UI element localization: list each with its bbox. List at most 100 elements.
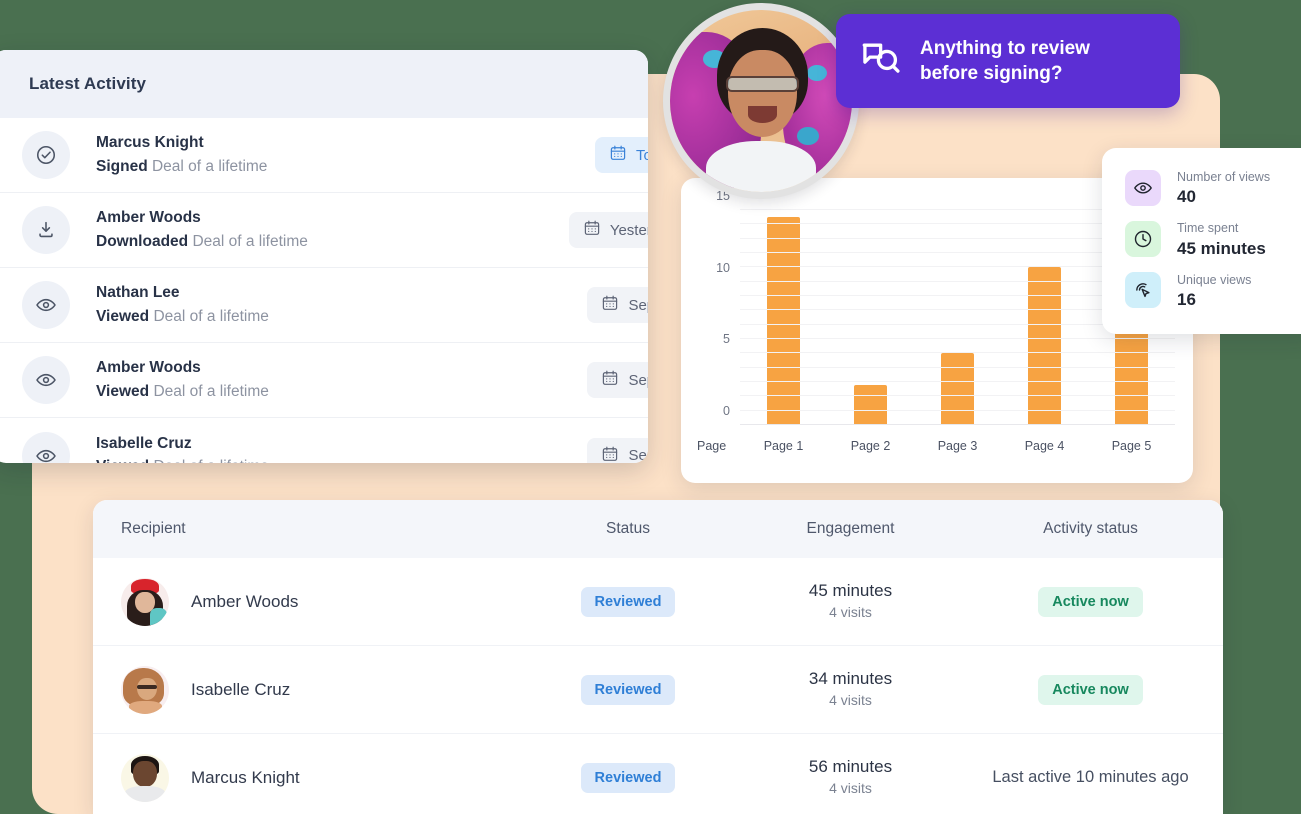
activity-document: Deal of a lifetime: [153, 308, 268, 325]
chart-x-tick-label: Page 1: [740, 439, 827, 453]
activity-date-text: Yesterday: [610, 222, 648, 239]
download-icon: [22, 206, 70, 254]
activity-row[interactable]: Amber WoodsViewed Deal of a lifetimeSep …: [0, 343, 648, 418]
chart-gridline: [740, 424, 1175, 425]
activity-person-name: Marcus Knight: [96, 132, 267, 154]
stat-label: Unique views: [1177, 271, 1251, 289]
latest-activity-card: Latest Activity Marcus KnightSigned Deal…: [0, 50, 648, 463]
status-badge: Reviewed: [581, 763, 676, 793]
chart-bar[interactable]: [941, 353, 974, 425]
engagement-visits: 4 visits: [743, 779, 958, 799]
calendar-icon: [583, 219, 601, 241]
activity-row-text: Nathan Lee Viewed Deal of a lifetime: [96, 282, 269, 328]
calendar-icon: [601, 369, 619, 391]
activity-row-text: Isabelle CruzViewed Deal of a lifetime: [96, 433, 269, 463]
avatar-photo: [670, 10, 852, 192]
engagement-visits: 4 visits: [743, 603, 958, 623]
chart-gridline: [740, 381, 1175, 382]
activity-description: Signed Deal of a lifetime: [96, 155, 267, 178]
chart-gridline: [740, 338, 1175, 339]
eye-icon: [22, 356, 70, 404]
speech-line-2: before signing?: [920, 63, 1063, 84]
cell-status: Reviewed: [513, 763, 743, 793]
stat-label: Number of views: [1177, 168, 1270, 186]
activity-list: Marcus KnightSigned Deal of a lifetimeTo…: [0, 118, 648, 463]
chart-y-tick-label: 10: [716, 261, 730, 275]
activity-action: Viewed: [96, 458, 149, 463]
activity-row-text: Marcus KnightSigned Deal of a lifetime: [96, 132, 267, 178]
unique-click-icon: [1125, 272, 1161, 308]
activity-person-name: Amber Woods: [96, 207, 308, 229]
activity-row[interactable]: Isabelle CruzViewed Deal of a lifetimeSe…: [0, 418, 648, 463]
chart-y-tick-label: 0: [723, 404, 730, 418]
activity-row-text: Amber WoodsDownloaded Deal of a lifetime: [96, 207, 308, 253]
chart-x-tick-label: Page 3: [914, 439, 1001, 453]
activity-status-text: Last active 10 minutes ago: [992, 768, 1188, 786]
status-badge: Reviewed: [581, 587, 676, 617]
chart-bar[interactable]: [854, 385, 887, 425]
cell-status: Reviewed: [513, 675, 743, 705]
cell-engagement: 45 minutes4 visits: [743, 580, 958, 623]
chart-x-tick-label: Page 4: [1001, 439, 1088, 453]
stat-item: Unique views16: [1125, 271, 1301, 310]
activity-status-badge: Active now: [1038, 675, 1143, 705]
table-row[interactable]: Marcus KnightReviewed56 minutes4 visitsL…: [93, 734, 1223, 814]
speech-bubble-text: Anything to review before signing?: [920, 36, 1090, 86]
chart-bar[interactable]: [1028, 267, 1061, 425]
engagement-time: 45 minutes: [743, 580, 958, 603]
column-header-engagement: Engagement: [743, 520, 958, 538]
activity-date-badge: Sep 14: [587, 362, 648, 398]
stat-value: 40: [1177, 186, 1270, 207]
eye-icon: [22, 432, 70, 464]
activity-date-text: Sep 13: [628, 447, 648, 463]
activity-action: Downloaded: [96, 233, 188, 250]
chart-bar[interactable]: [767, 217, 800, 425]
activity-date-text: Today: [636, 147, 648, 164]
column-header-status: Status: [513, 520, 743, 538]
cell-activity-status: Last active 10 minutes ago: [958, 768, 1223, 787]
activity-date-badge: Yesterday: [569, 212, 648, 248]
stat-text: Time spent45 minutes: [1177, 219, 1266, 258]
table-body: Amber WoodsReviewed45 minutes4 visitsAct…: [93, 558, 1223, 814]
chart-gridline: [740, 395, 1175, 396]
activity-person-name: Isabelle Cruz: [96, 433, 269, 455]
activity-description: Downloaded Deal of a lifetime: [96, 230, 308, 253]
chart-bar-slot: [827, 210, 914, 425]
clock-icon: [1125, 221, 1161, 257]
activity-description: Viewed Deal of a lifetime: [96, 455, 269, 463]
cell-activity-status: Active now: [958, 675, 1223, 705]
avatar-marcus-knight: [121, 754, 169, 802]
table-row[interactable]: Isabelle Cruz Reviewed34 minutes4 visits A…: [93, 646, 1223, 734]
activity-row[interactable]: Marcus KnightSigned Deal of a lifetime To…: [0, 118, 648, 193]
recipient-name: Marcus Knight: [191, 768, 300, 788]
activity-date-badge: Sep 14: [587, 287, 648, 323]
cell-recipient: Isabelle Cruz: [93, 666, 513, 714]
calendar-icon: [601, 445, 619, 464]
activity-action: Viewed: [96, 308, 149, 325]
column-header-activity-status: Activity status: [958, 520, 1223, 538]
activity-action: Signed: [96, 158, 148, 175]
activity-row[interactable]: Amber WoodsDownloaded Deal of a lifetime…: [0, 193, 648, 268]
chart-x-tick-labels: Page 1Page 2Page 3Page 4Page 5: [740, 439, 1175, 453]
avatar-amber-woods: [121, 578, 169, 626]
calendar-icon: [601, 294, 619, 316]
activity-row[interactable]: Nathan Lee Viewed Deal of a lifetime Sep 1…: [0, 268, 648, 343]
engagement-visits: 4 visits: [743, 691, 958, 711]
activity-card-title: Latest Activity: [0, 50, 648, 118]
activity-document: Deal of a lifetime: [153, 458, 268, 463]
recipient-name: Amber Woods: [191, 592, 298, 612]
stats-list: Number of views40 Time spent45 minutes Uni…: [1125, 168, 1301, 310]
chart-bar-slot: [1001, 210, 1088, 425]
chart-bar-slot: [914, 210, 1001, 425]
table-row[interactable]: Amber WoodsReviewed45 minutes4 visitsAct…: [93, 558, 1223, 646]
engagement-time: 34 minutes: [743, 668, 958, 691]
chat-question-icon: [858, 37, 902, 86]
chart-x-tick-label: Page 2: [827, 439, 914, 453]
activity-person-name: Nathan Lee: [96, 282, 269, 304]
calendar-icon: [609, 144, 627, 166]
stat-value: 16: [1177, 289, 1251, 310]
chart-gridline: [740, 352, 1175, 353]
cell-status: Reviewed: [513, 587, 743, 617]
eye-icon: [1125, 170, 1161, 206]
recipient-name: Isabelle Cruz: [191, 680, 290, 700]
